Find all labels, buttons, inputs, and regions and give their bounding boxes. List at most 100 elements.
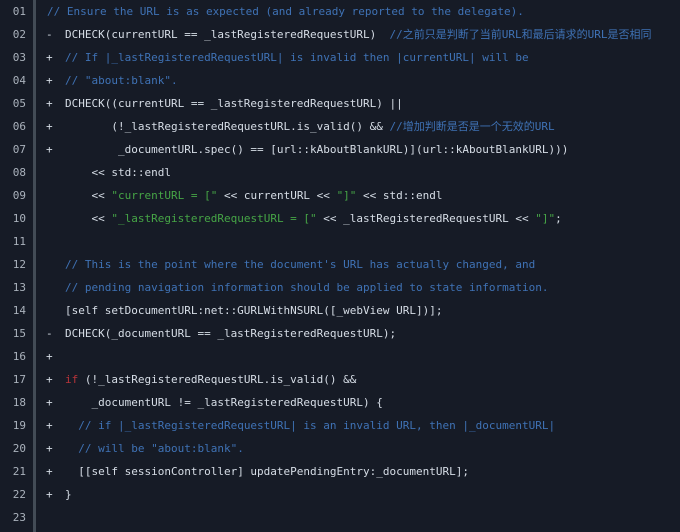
line-number: 19 [12,419,26,432]
diff-added-marker: + [46,419,53,432]
code-line: 06 + (!_lastRegisteredRequestURL.is_valid… [0,115,680,138]
line-number: 06 [12,120,26,133]
code-text: _documentURL != _lastRegisteredRequestUR… [65,391,383,414]
plain-token: << std::endl [91,166,171,179]
code-text: // This is the point where the document'… [65,253,535,276]
diff-added-marker: + [46,465,53,478]
code-text: // If |_lastRegisteredRequestURL| is inv… [65,46,529,69]
code-text: if (!_lastRegisteredRequestURL.is_valid(… [65,368,356,391]
code-text: // if |_lastRegisteredRequestURL| is an … [65,414,555,437]
code-text: [[self sessionController] updatePendingE… [65,460,469,483]
plain-token: DCHECK((currentURL == _lastRegisteredReq… [65,97,403,110]
code-line: 08 << std::endl [0,161,680,184]
diff-added-marker: + [46,120,53,133]
line-number: 12 [12,258,26,271]
string-token: "]" [535,212,556,225]
string-token: "]" [336,189,357,202]
diff-added-marker: + [46,143,53,156]
line-number: 11 [12,235,26,248]
code-line: 20 + // will be "about:blank". [0,437,680,460]
string-token: "currentURL = [" [111,189,218,202]
comment-token: //之前只是判断了当前URL和最后请求的URL是否相同 [389,28,652,41]
code-line: 04 + // "about:blank". [0,69,680,92]
keyword-token: if [65,373,79,386]
code-line: 23 [0,506,680,529]
comment-token: // Ensure the URL is as expected (and al… [47,5,524,18]
code-line: 17 + if (!_lastRegisteredRequestURL.is_val… [0,368,680,391]
plain-token: ; [555,212,562,225]
code-line: 21 + [[self sessionController] updatePend… [0,460,680,483]
plain-token: _documentURL.spec() == [url::kAboutBlank… [117,143,569,156]
code-line: 15 - DCHECK(_documentURL == _lastRegistere… [0,322,680,345]
code-line: 16 + [0,345,680,368]
diff-removed-marker: - [46,28,53,41]
comment-token: // if |_lastRegisteredRequestURL| is an … [78,419,556,432]
code-text: // "about:blank". [65,69,178,92]
code-text: _documentURL.spec() == [url::kAboutBlank… [65,138,568,161]
code-text: } [65,483,72,506]
line-number: 20 [12,442,26,455]
comment-token: // This is the point where the document'… [65,258,536,271]
code-text: DCHECK(_documentURL == _lastRegisteredRe… [65,322,396,345]
comment-token: // will be "about:blank". [78,442,244,455]
plain-token: [[self sessionController] updatePendingE… [78,465,469,478]
plain-token: [self setDocumentURL:net::GURLWithNSURL(… [65,304,443,317]
diff-added-marker: + [46,97,53,110]
line-number: 13 [12,281,26,294]
plain-token: (!_lastRegisteredRequestURL.is_valid() &… [111,120,390,133]
line-number: 18 [12,396,26,409]
diff-added-marker: + [46,74,53,87]
line-number: 04 [12,74,26,87]
code-line: 18 + _documentURL != _lastRegisteredReque… [0,391,680,414]
plain-token: << _lastRegisteredRequestURL << [316,212,536,225]
comment-token: // "about:blank". [65,74,178,87]
line-number: 10 [12,212,26,225]
code-line: 19 + // if |_lastRegisteredRequestURL| is… [0,414,680,437]
code-line: 10 << "_lastRegisteredRequestURL = [" <<… [0,207,680,230]
plain-token: << std::endl [356,189,443,202]
line-number: 15 [12,327,26,340]
plain-token: DCHECK(currentURL == _lastRegisteredRequ… [65,28,390,41]
comment-token: //增加判断是否是一个无效的URL [389,120,555,133]
plain-token: << [91,212,112,225]
plain-token: DCHECK(_documentURL == _lastRegisteredRe… [65,327,397,340]
code-line: 09 << "currentURL = [" << currentURL << … [0,184,680,207]
plain-token: << [91,189,112,202]
code-line: 12 // This is the point where the documen… [0,253,680,276]
line-number: 17 [12,373,26,386]
code-line: 05 + DCHECK((currentURL == _lastRegistered… [0,92,680,115]
code-line: 02 - DCHECK(currentURL == _lastRegisteredR… [0,23,680,46]
diff-added-marker: + [46,51,53,64]
diff-added-marker: + [46,442,53,455]
diff-added-marker: + [46,488,53,501]
diff-removed-marker: - [46,327,53,340]
line-number: 08 [12,166,26,179]
comment-token: // pending navigation information should… [65,281,549,294]
code-line: 07 + _documentURL.spec() == [url::kAboutB… [0,138,680,161]
code-line: 03 + // If |_lastRegisteredRequestURL| is … [0,46,680,69]
code-text: // Ensure the URL is as expected (and al… [47,0,524,23]
code-text: // will be "about:blank". [65,437,244,460]
diff-added-marker: + [46,396,53,409]
code-text: << "_lastRegisteredRequestURL = [" << _l… [65,207,562,230]
line-number: 22 [12,488,26,501]
code-text: DCHECK(currentURL == _lastRegisteredRequ… [65,23,652,46]
plain-token: _documentURL != _lastRegisteredRequestUR… [91,396,383,409]
string-token: "_lastRegisteredRequestURL = [" [111,212,317,225]
line-number: 07 [12,143,26,156]
line-number: 09 [12,189,26,202]
code-text: << std::endl [65,161,171,184]
line-number: 03 [12,51,26,64]
plain-token: << currentURL << [217,189,337,202]
plain-token: (!_lastRegisteredRequestURL.is_valid() &… [78,373,357,386]
code-text: << "currentURL = [" << currentURL << "]"… [65,184,443,207]
code-line: 14 [self setDocumentURL:net::GURLWithNSUR… [0,299,680,322]
line-number: 16 [12,350,26,363]
